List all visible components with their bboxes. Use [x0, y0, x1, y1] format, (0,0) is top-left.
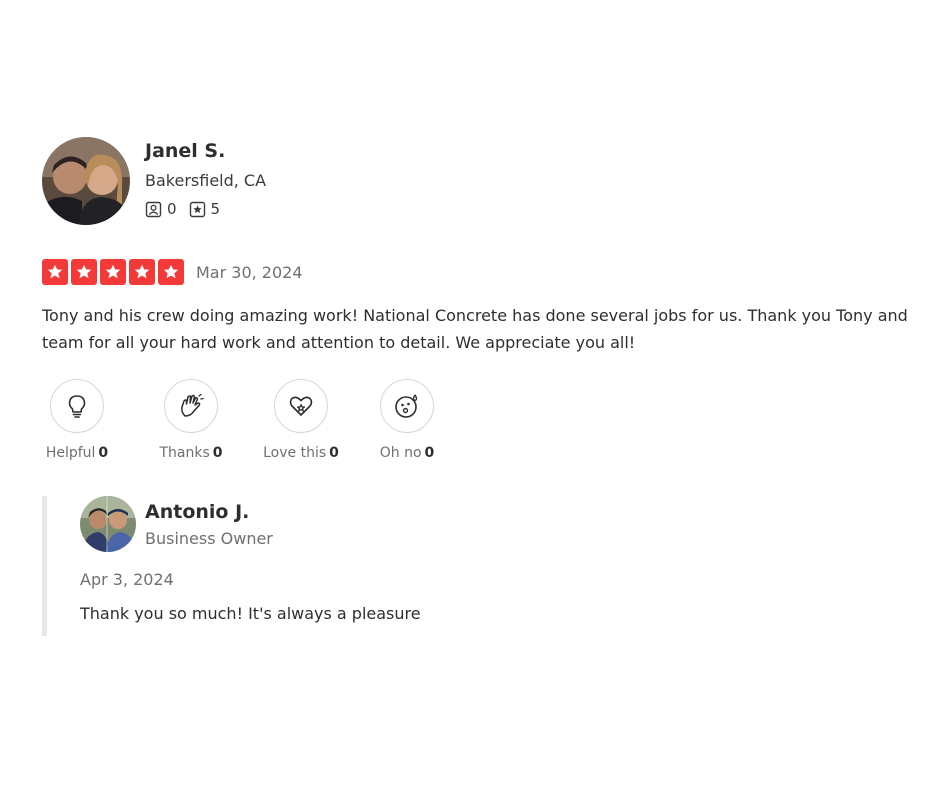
star-icon: [158, 259, 184, 285]
star-rating: [42, 259, 187, 285]
owner-response: Antonio J. Business Owner Apr 3, 2024 Th…: [42, 496, 680, 636]
reviewer-stats: 0 5: [145, 200, 266, 218]
reaction-label-love-this: Love this: [263, 445, 327, 461]
reaction-label-thanks: Thanks: [159, 445, 210, 461]
reaction-count-helpful: 0: [98, 445, 109, 461]
reaction-helpful[interactable]: Helpful 0: [42, 379, 112, 461]
heart-icon: [289, 396, 313, 416]
reaction-count-oh-no: 0: [424, 445, 435, 461]
clapping-hands-icon: [181, 393, 204, 417]
surprised-face-icon: [395, 394, 418, 418]
reaction-oh-no[interactable]: Oh no 0: [372, 379, 442, 461]
response-text: Thank you so much! It's always a pleasur…: [80, 604, 421, 623]
love-this-button[interactable]: [274, 379, 328, 433]
review-date: Mar 30, 2024: [196, 262, 303, 282]
reaction-love-this[interactable]: Love this 0: [256, 379, 346, 461]
reviews-stat: 5: [189, 200, 221, 218]
friends-icon: [145, 201, 162, 217]
owner-avatar[interactable]: [80, 496, 136, 552]
review-star-icon: [189, 201, 205, 217]
response-date: Apr 3, 2024: [80, 570, 174, 589]
helpful-button[interactable]: [50, 379, 104, 433]
oh-no-button[interactable]: [380, 379, 434, 433]
reaction-count-love-this: 0: [329, 445, 339, 461]
star-icon: [129, 259, 155, 285]
friends-stat: 0: [145, 200, 177, 218]
star-icon: [42, 259, 68, 285]
reaction-count-thanks: 0: [212, 445, 223, 461]
reaction-thanks[interactable]: Thanks 0: [156, 379, 226, 461]
owner-header: Antonio J. Business Owner: [80, 496, 680, 552]
reaction-label-oh-no: Oh no: [379, 445, 422, 461]
reaction-bar: Helpful 0 Thanks 0 Love this 0 Oh no 0: [42, 379, 442, 461]
review-text: Tony and his crew doing amazing work! Na…: [42, 306, 908, 352]
reviewer-avatar[interactable]: [42, 137, 130, 225]
reviewer-location: Bakersfield, CA: [145, 171, 267, 190]
thanks-button[interactable]: [164, 379, 218, 433]
reviewer-name[interactable]: Janel S.: [145, 139, 266, 163]
lightbulb-icon: [68, 395, 86, 418]
owner-name[interactable]: Antonio J.: [145, 500, 273, 524]
reaction-label-helpful: Helpful: [45, 445, 96, 461]
reviewer-header: Janel S. Bakersfield, CA 0 5: [42, 137, 266, 225]
owner-role: Business Owner: [145, 529, 273, 548]
star-icon: [71, 259, 97, 285]
rating-row: Mar 30, 2024: [42, 259, 303, 285]
friends-count: 0: [167, 200, 177, 218]
star-icon: [100, 259, 126, 285]
reviews-count: 5: [210, 200, 221, 218]
